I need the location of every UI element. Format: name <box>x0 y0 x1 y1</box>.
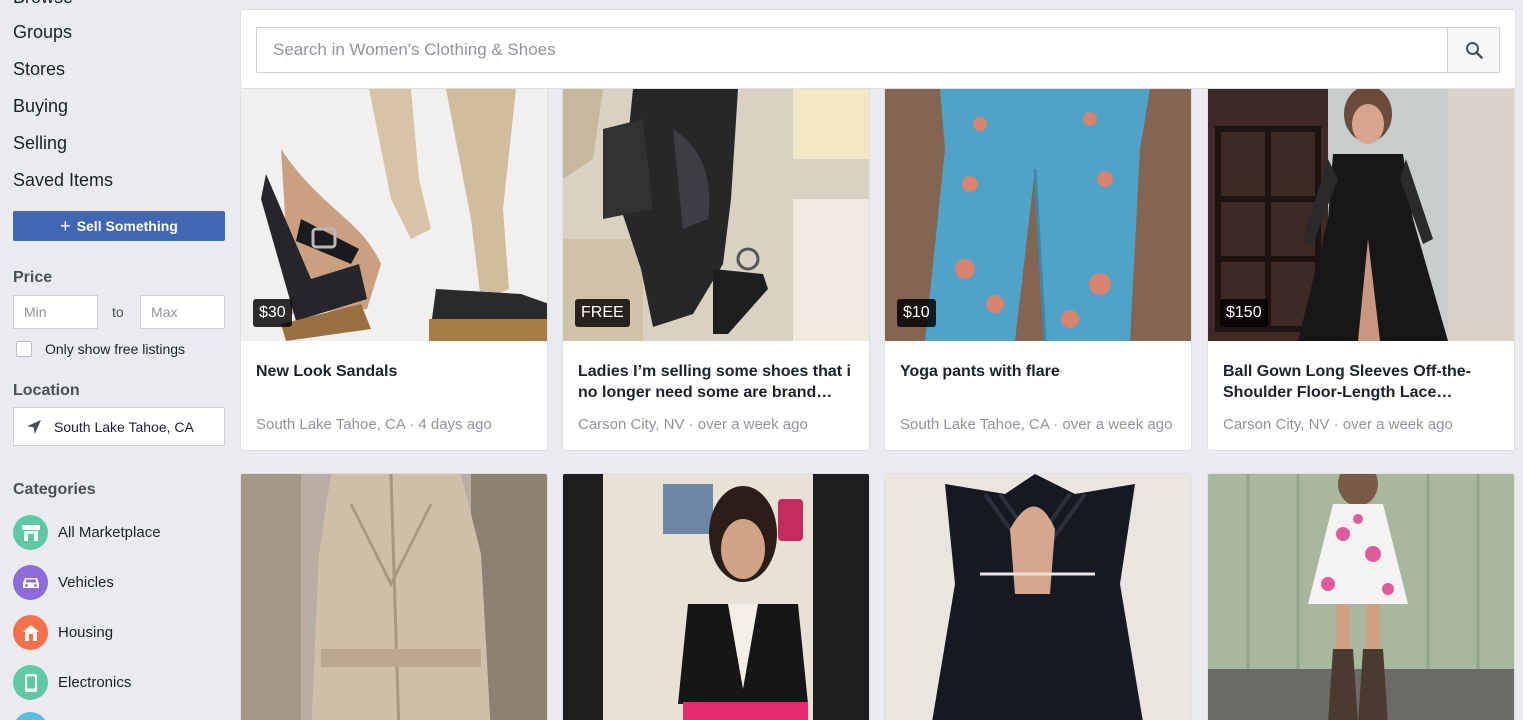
listing-location: South Lake Tahoe, CA <box>900 416 1050 433</box>
listing-card[interactable]: $10 Yoga pants with flare South Lake Tah… <box>884 89 1192 451</box>
listing-title: Yoga pants with flare <box>900 363 1060 380</box>
nav-selling[interactable]: Selling <box>13 133 67 154</box>
listing-location: Carson City, NV <box>1223 416 1330 433</box>
sell-something-button[interactable]: + Sell Something <box>13 211 225 241</box>
listing-card[interactable] <box>240 473 548 720</box>
listing-photo: $30 <box>241 89 547 341</box>
phone-icon <box>13 665 48 700</box>
search-box <box>256 27 1500 73</box>
listing-time: over a week ago <box>1062 416 1173 433</box>
category-next[interactable] <box>13 712 58 720</box>
nav-browse[interactable]: Browse <box>13 0 73 8</box>
search-icon <box>1465 42 1483 59</box>
free-listings-toggle[interactable]: Only show free listings <box>16 341 185 357</box>
sell-something-label: Sell Something <box>76 218 178 234</box>
nav-stores[interactable]: Stores <box>13 59 65 80</box>
listing-location: South Lake Tahoe, CA <box>256 416 406 433</box>
category-icon <box>13 712 48 720</box>
category-housing[interactable]: Housing <box>13 615 113 650</box>
listing-card[interactable]: $150 Ball Gown Long Sleeves Off-the-Shou… <box>1207 89 1515 451</box>
listing-time: over a week ago <box>697 416 808 433</box>
listing-photo <box>241 474 547 720</box>
location-heading: Location <box>13 382 80 399</box>
location-arrow-icon <box>27 419 41 434</box>
listing-photo: FREE <box>563 89 869 341</box>
nav-buying[interactable]: Buying <box>13 96 68 117</box>
listing-photo <box>1208 474 1514 720</box>
free-listings-checkbox[interactable] <box>16 341 32 357</box>
price-badge: $30 <box>253 299 292 327</box>
category-label: Housing <box>58 624 114 641</box>
listing-time: over a week ago <box>1342 416 1453 433</box>
price-badge: $150 <box>1220 299 1268 327</box>
category-label: All Marketplace <box>58 524 161 541</box>
listing-photo: $150 <box>1208 89 1514 341</box>
price-to-label: to <box>112 304 124 320</box>
listing-photo <box>563 474 869 720</box>
listing-card[interactable] <box>562 473 870 720</box>
listing-time: 4 days ago <box>418 416 492 433</box>
category-label: Electronics <box>58 674 132 691</box>
price-heading: Price <box>13 269 53 286</box>
category-label: Vehicles <box>58 574 114 591</box>
listing-title: Ball Gown Long Sleeves Off-the-Shoulder … <box>1223 363 1472 401</box>
listing-card[interactable] <box>884 473 1192 720</box>
nav-groups[interactable]: Groups <box>13 22 72 43</box>
search-input[interactable] <box>257 28 1447 72</box>
listing-card[interactable] <box>1207 473 1515 720</box>
listing-photo <box>885 474 1191 720</box>
listing-location: Carson City, NV <box>578 416 685 433</box>
category-electronics[interactable]: Electronics <box>13 665 131 700</box>
free-listings-label: Only show free listings <box>45 341 186 357</box>
sidebar: Browse Groups Stores Buying Selling Save… <box>0 0 237 720</box>
listing-meta: Carson City, NV · over a week ago <box>578 416 808 433</box>
search-panel <box>240 9 1516 89</box>
location-value: South Lake Tahoe, CA <box>54 418 194 435</box>
store-icon <box>13 515 48 550</box>
listing-meta: Carson City, NV · over a week ago <box>1223 416 1453 433</box>
listing-card[interactable]: $30 New Look Sandals South Lake Tahoe, C… <box>240 89 548 451</box>
search-button[interactable] <box>1447 28 1499 72</box>
plus-icon: + <box>60 216 71 236</box>
price-max-input[interactable] <box>140 295 225 329</box>
listing-meta: South Lake Tahoe, CA · 4 days ago <box>256 416 492 433</box>
categories-heading: Categories <box>13 481 96 498</box>
nav-saved-items[interactable]: Saved Items <box>13 170 113 191</box>
listing-title: New Look Sandals <box>256 363 398 380</box>
category-all-marketplace[interactable]: All Marketplace <box>13 515 161 550</box>
category-vehicles[interactable]: Vehicles <box>13 565 114 600</box>
listing-meta: South Lake Tahoe, CA · over a week ago <box>900 416 1173 433</box>
price-min-input[interactable] <box>13 295 98 329</box>
house-icon <box>13 615 48 650</box>
price-badge: FREE <box>575 299 630 327</box>
location-selector[interactable]: South Lake Tahoe, CA <box>13 407 225 446</box>
car-icon <box>13 565 48 600</box>
listing-card[interactable]: FREE Ladies I’m selling some shoes that … <box>562 89 870 451</box>
listing-title: Ladies I’m selling some shoes that i no … <box>578 363 851 401</box>
price-badge: $10 <box>897 299 936 327</box>
listing-photo: $10 <box>885 89 1191 341</box>
